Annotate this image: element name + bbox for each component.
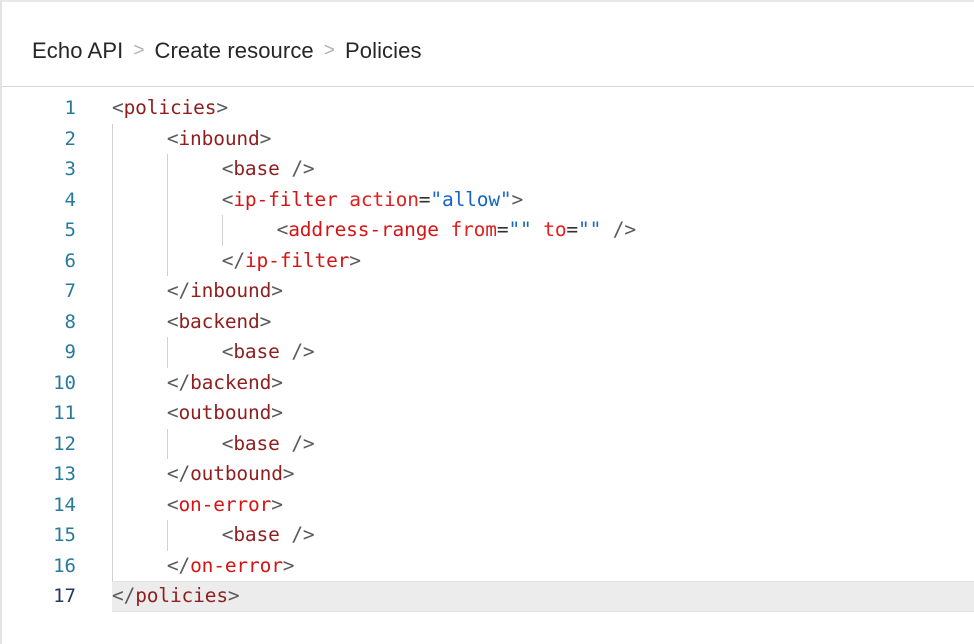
code-text[interactable]: <ip-filter action="allow"> — [222, 185, 524, 216]
code-line[interactable]: 12 <base /> — [2, 428, 974, 460]
indent-guide — [166, 428, 168, 459]
indent-guide — [112, 245, 113, 276]
code-text[interactable]: </ip-filter> — [222, 246, 361, 277]
indent-guide — [112, 520, 113, 551]
code-text[interactable]: </outbound> — [167, 459, 295, 490]
indent-guide — [112, 459, 113, 490]
line-number: 5 — [64, 219, 76, 241]
code-editor[interactable]: 1 <policies> 2 <inbound> 3 <base /> 4 <ip-filte… — [2, 86, 974, 644]
indent-guide — [112, 489, 113, 520]
code-text[interactable]: <base /> — [222, 520, 315, 551]
code-line[interactable]: 15 <base /> — [2, 520, 974, 551]
indent-guide — [112, 123, 113, 154]
code-text[interactable]: <inbound> — [167, 124, 271, 155]
line-number: 1 — [64, 97, 76, 119]
line-number: 13 — [53, 463, 76, 485]
line-number: 3 — [64, 158, 76, 180]
line-number: 11 — [53, 402, 76, 424]
code-text[interactable]: <address-range from="" to="" /> — [277, 215, 637, 246]
code-line[interactable]: 7 </inbound> — [2, 276, 974, 307]
code-line[interactable]: 6 </ip-filter> — [2, 245, 974, 277]
indent-guide — [112, 306, 113, 337]
breadcrumb-separator: > — [133, 40, 145, 61]
code-text[interactable]: </on-error> — [167, 551, 295, 582]
line-number: 4 — [64, 188, 76, 211]
code-line[interactable]: 8 <backend> — [2, 306, 974, 338]
indent-guide — [112, 398, 113, 429]
code-line[interactable]: 1 <policies> — [2, 93, 974, 124]
code-text[interactable]: <backend> — [167, 307, 271, 338]
indent-guide — [112, 276, 113, 307]
code-text[interactable]: <base /> — [222, 337, 315, 368]
indent-guide — [112, 428, 113, 459]
code-text[interactable]: </policies> — [112, 581, 240, 612]
code-text[interactable]: <policies> — [112, 93, 228, 124]
line-number: 10 — [53, 371, 76, 394]
code-text[interactable]: <on-error> — [167, 490, 283, 521]
code-line[interactable]: 9 <base /> — [2, 337, 974, 368]
line-number: 17 — [53, 585, 76, 607]
code-line[interactable]: 10 </backend> — [2, 367, 974, 399]
indent-guide — [166, 337, 168, 368]
line-number: 2 — [64, 127, 76, 150]
breadcrumb: Echo API > Create resource > Policies — [32, 34, 422, 68]
breadcrumb-item-2[interactable]: Create resource — [155, 38, 314, 64]
line-number: 7 — [64, 280, 76, 302]
code-text[interactable]: <outbound> — [167, 398, 283, 429]
indent-guide — [112, 154, 113, 185]
indent-guide — [112, 184, 113, 215]
indent-guide — [166, 520, 168, 551]
breadcrumb-separator: > — [323, 40, 335, 61]
code-line[interactable]: 3 <base /> — [2, 154, 974, 185]
line-number: 9 — [64, 341, 76, 363]
code-line[interactable]: 5 <address-range from="" to="" /> — [2, 215, 974, 246]
line-number: 15 — [53, 524, 76, 546]
code-line[interactable]: 17 </policies> — [2, 581, 974, 612]
code-text[interactable]: <base /> — [222, 154, 315, 185]
indent-guide — [166, 215, 168, 246]
indent-guide — [166, 184, 168, 215]
policy-editor-page: Echo API > Create resource > Policies 1 <poli… — [0, 0, 974, 644]
indent-guide — [112, 550, 113, 581]
code-line[interactable]: 2 <inbound> — [2, 123, 974, 155]
code-text[interactable]: </backend> — [167, 368, 283, 399]
indent-guide — [112, 367, 113, 398]
indent-guide — [112, 337, 113, 368]
indent-guide — [166, 245, 168, 276]
line-number: 6 — [64, 249, 76, 272]
line-number: 8 — [64, 310, 76, 333]
code-line[interactable]: 11 <outbound> — [2, 398, 974, 429]
code-text[interactable]: <base /> — [222, 429, 315, 460]
code-line[interactable]: 13 </outbound> — [2, 459, 974, 490]
code-line[interactable]: 4 <ip-filter action="allow"> — [2, 184, 974, 216]
code-line[interactable]: 16 </on-error> — [2, 550, 974, 582]
indent-guide — [112, 215, 113, 246]
indent-guide — [221, 215, 223, 246]
indent-guide — [166, 154, 168, 185]
breadcrumb-item-1[interactable]: Echo API — [32, 38, 123, 64]
breadcrumb-item-3: Policies — [344, 38, 422, 63]
code-lines: 1 <policies> 2 <inbound> 3 <base /> 4 <ip-filte… — [2, 87, 974, 612]
code-text[interactable]: </inbound> — [167, 276, 283, 307]
code-line[interactable]: 14 <on-error> — [2, 489, 974, 521]
line-number: 14 — [53, 493, 76, 516]
line-number: 12 — [53, 432, 76, 455]
active-line-highlight — [112, 581, 974, 612]
line-number: 16 — [53, 554, 76, 577]
